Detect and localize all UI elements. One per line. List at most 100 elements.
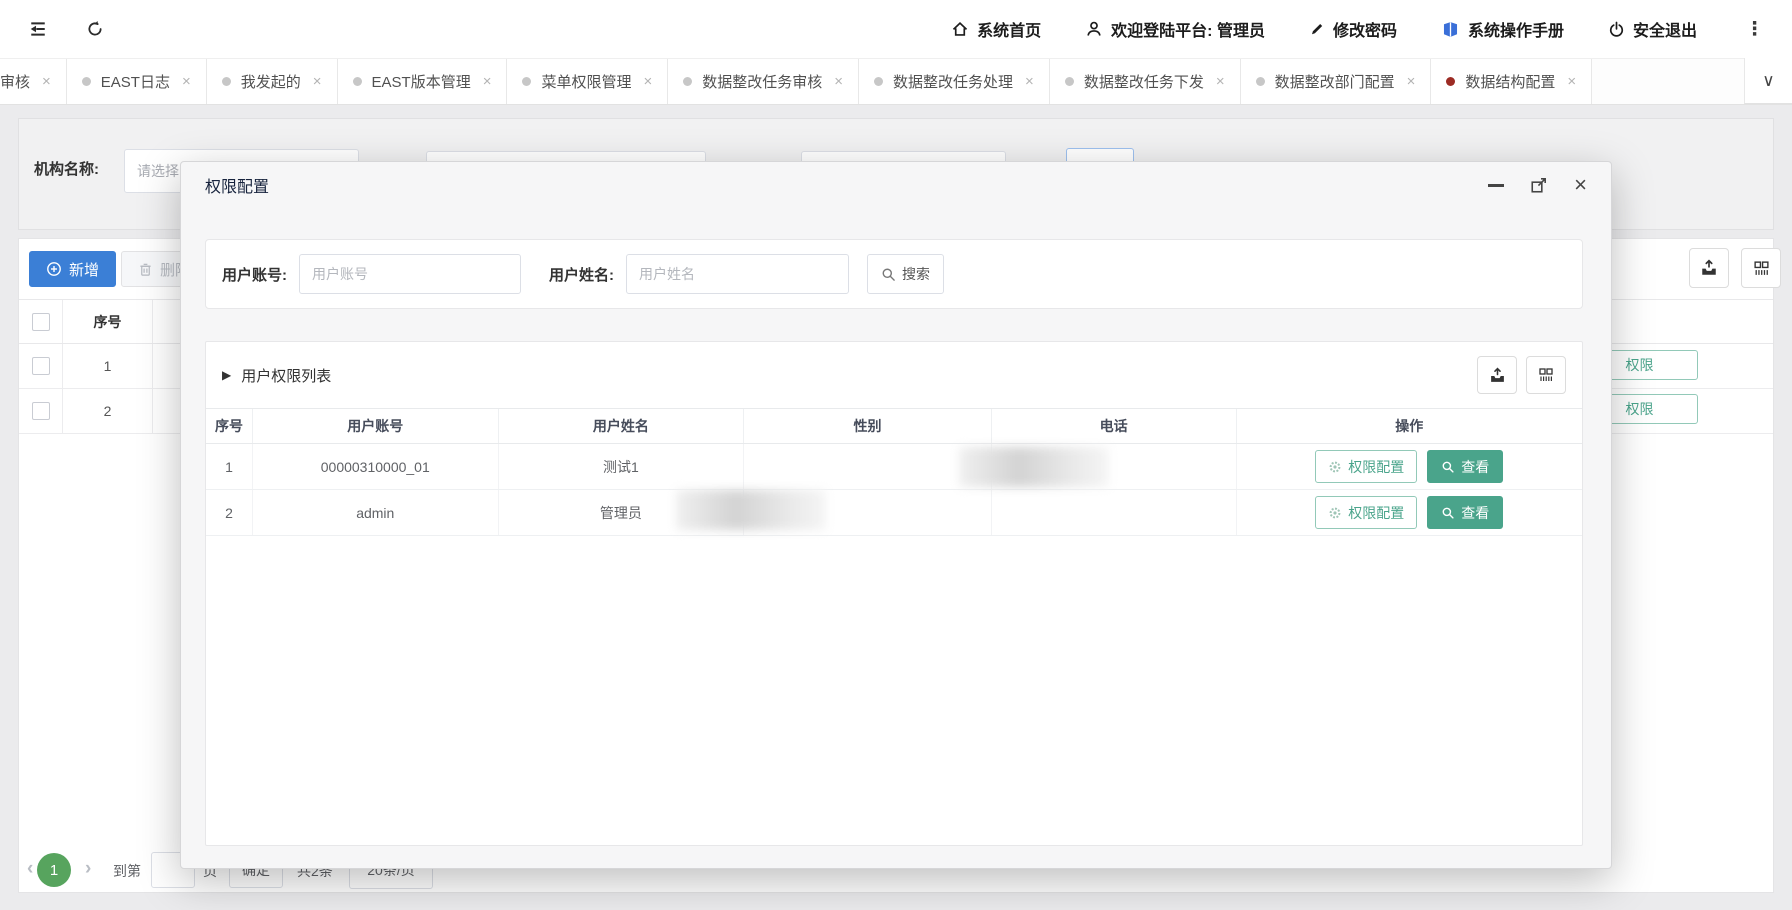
- bg-select-all-cell: [19, 300, 63, 343]
- header-no: 序号: [206, 409, 253, 443]
- kebab-menu-icon[interactable]: ⋮: [1741, 18, 1768, 41]
- home-icon: [951, 20, 969, 38]
- tab-data-structure[interactable]: 数据结构配置 ×: [1431, 59, 1592, 104]
- menu-fold-icon[interactable]: [28, 20, 48, 38]
- org-name-select-placeholder: 请选择: [137, 161, 179, 181]
- table-row: 1 00000310000_01 测试1 权限配置: [206, 444, 1582, 490]
- tab-dot: [522, 77, 531, 86]
- tab-task-audit[interactable]: 数据整改任务审核 ×: [668, 59, 859, 104]
- tab-dot: [82, 77, 91, 86]
- tab-list-chevron[interactable]: ∨: [1744, 58, 1792, 104]
- tab-close-icon[interactable]: ×: [1407, 73, 1416, 90]
- nav-logout-label: 安全退出: [1633, 17, 1697, 41]
- nav-change-password-label: 修改密码: [1333, 17, 1397, 41]
- redacted-gender-blur: [676, 490, 826, 530]
- tab-close-icon[interactable]: ×: [643, 73, 652, 90]
- bg-permission-button-label: 权限: [1626, 399, 1654, 419]
- tab-east-log[interactable]: EAST日志 ×: [67, 59, 207, 104]
- header-gender: 性别: [744, 409, 992, 443]
- columns-icon: [1538, 367, 1554, 383]
- tab-close-icon[interactable]: ×: [313, 73, 322, 90]
- maximize-icon[interactable]: [1530, 176, 1548, 194]
- tab-close-icon[interactable]: ×: [42, 73, 51, 90]
- header-account: 用户账号: [253, 409, 499, 443]
- nav-home-label: 系统首页: [977, 17, 1041, 41]
- minimize-icon[interactable]: [1488, 184, 1504, 187]
- permission-config-button[interactable]: 权限配置: [1315, 450, 1417, 483]
- tab-label: 数据整改任务审核: [702, 71, 822, 92]
- nav-change-password[interactable]: 修改密码: [1309, 17, 1397, 41]
- tab-dot: [353, 77, 362, 86]
- tab-dept-config[interactable]: 数据整改部门配置 ×: [1241, 59, 1432, 104]
- view-button[interactable]: 查看: [1427, 450, 1503, 483]
- user-table: 序号 用户账号 用户姓名 性别 电话 操作 1 00000310000_01 测…: [206, 408, 1582, 536]
- current-page-button[interactable]: 1: [37, 853, 71, 887]
- plus-circle-icon: [46, 261, 62, 277]
- columns-config-button[interactable]: [1741, 248, 1781, 288]
- tab-label: EAST日志: [101, 71, 170, 92]
- cell-no: 2: [206, 490, 253, 535]
- tab-menu-permission[interactable]: 菜单权限管理 ×: [507, 59, 668, 104]
- view-button-label: 查看: [1461, 503, 1489, 523]
- nav-manual[interactable]: 系统操作手册: [1441, 17, 1564, 41]
- prev-page-icon[interactable]: ‹: [27, 858, 33, 880]
- topbar: 系统首页 欢迎登陆平台: 管理员 修改密码 系统操作手册 安全退出 ⋮: [0, 0, 1792, 58]
- tab-close-icon[interactable]: ×: [1567, 73, 1576, 90]
- select-all-checkbox[interactable]: [32, 313, 50, 331]
- permission-config-button[interactable]: 权限配置: [1315, 496, 1417, 529]
- nav-welcome[interactable]: 欢迎登陆平台: 管理员: [1085, 17, 1265, 41]
- modal-header: 权限配置 ×: [181, 162, 1611, 208]
- search-button-label: 搜索: [902, 264, 930, 284]
- goto-page-label: 到第: [113, 861, 141, 881]
- tab-dot: [222, 77, 231, 86]
- bg-row-no: 2: [63, 389, 153, 433]
- row-checkbox[interactable]: [32, 402, 50, 420]
- tabbar: 审核 × EAST日志 × 我发起的 × EAST版本管理 × 菜单权限管理 ×…: [0, 58, 1792, 105]
- add-button[interactable]: 新增: [29, 251, 116, 287]
- tab-task-process[interactable]: 数据整改任务处理 ×: [859, 59, 1050, 104]
- topbar-right: 系统首页 欢迎登陆平台: 管理员 修改密码 系统操作手册 安全退出 ⋮: [951, 0, 1768, 58]
- tab-close-icon[interactable]: ×: [483, 73, 492, 90]
- caret-right-icon[interactable]: ▶: [222, 368, 231, 382]
- export-button[interactable]: [1477, 356, 1517, 394]
- tab-dot: [1446, 77, 1455, 86]
- list-section-tools: [1477, 356, 1566, 394]
- tab-dot: [683, 77, 692, 86]
- tab-label: EAST版本管理: [372, 71, 471, 92]
- nav-home[interactable]: 系统首页: [951, 17, 1041, 41]
- tab-my-initiated[interactable]: 我发起的 ×: [207, 59, 338, 104]
- permission-config-label: 权限配置: [1348, 457, 1404, 477]
- name-input[interactable]: [626, 254, 849, 294]
- refresh-icon[interactable]: [86, 20, 104, 38]
- tab-east-version[interactable]: EAST版本管理 ×: [338, 59, 508, 104]
- export-button[interactable]: [1689, 248, 1729, 288]
- columns-config-button[interactable]: [1526, 356, 1566, 394]
- bg-header-no: 序号: [63, 300, 153, 343]
- account-input[interactable]: [299, 254, 521, 294]
- tab-close-icon[interactable]: ×: [1216, 73, 1225, 90]
- redacted-phone-blur: [959, 447, 1109, 487]
- export-icon: [1700, 259, 1718, 277]
- cell-account: admin: [253, 490, 499, 535]
- nav-logout[interactable]: 安全退出: [1608, 17, 1697, 41]
- user-table-header: 序号 用户账号 用户姓名 性别 电话 操作: [206, 408, 1582, 444]
- tab-label: 我发起的: [241, 71, 301, 92]
- tab-close-icon[interactable]: ×: [182, 73, 191, 90]
- header-phone: 电话: [992, 409, 1237, 443]
- row-checkbox[interactable]: [32, 357, 50, 375]
- columns-icon: [1753, 260, 1770, 277]
- nav-welcome-label: 欢迎登陆平台: 管理员: [1111, 17, 1265, 41]
- screen: 系统首页 欢迎登陆平台: 管理员 修改密码 系统操作手册 安全退出 ⋮: [0, 0, 1792, 910]
- tab-task-dispatch[interactable]: 数据整改任务下发 ×: [1050, 59, 1241, 104]
- tab-label: 菜单权限管理: [541, 71, 631, 92]
- next-page-icon[interactable]: ›: [85, 858, 91, 880]
- search-button[interactable]: 搜索: [867, 254, 944, 294]
- close-icon[interactable]: ×: [1574, 174, 1587, 196]
- tab-close-icon[interactable]: ×: [1025, 73, 1034, 90]
- tab-close-icon[interactable]: ×: [834, 73, 843, 90]
- tab-dot: [874, 77, 883, 86]
- view-button[interactable]: 查看: [1427, 496, 1503, 529]
- manual-book-icon: [1441, 20, 1460, 39]
- tab-audit[interactable]: 审核 ×: [0, 59, 67, 104]
- trash-icon: [138, 262, 153, 277]
